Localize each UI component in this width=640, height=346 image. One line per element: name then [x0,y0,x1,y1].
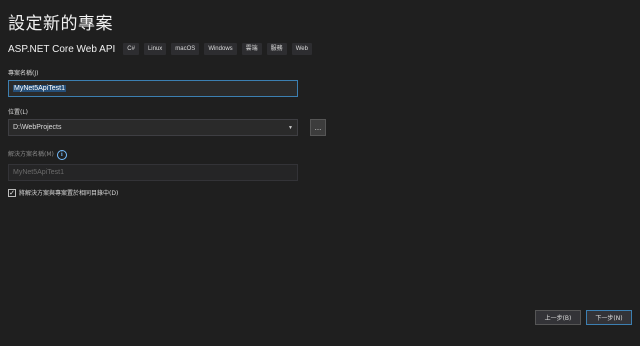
location-label: 位置(L) [8,109,29,116]
template-info: ASP.NET Core Web API C# Linux macOS Wind… [8,43,312,55]
next-button[interactable]: 下一步(N) [586,310,632,325]
template-name: ASP.NET Core Web API [8,43,116,55]
tag-csharp: C# [123,43,139,55]
same-directory-label: 將解決方案與專案置於相同目錄中(D) [19,190,119,197]
location-value: D:\WebProjects [13,124,62,131]
tag-macos: macOS [171,43,200,55]
tag-cloud: 雲端 [241,43,262,55]
tag-windows: Windows [204,43,237,55]
template-tags: C# Linux macOS Windows 雲端 服務 Web [123,43,312,55]
configure-project-dialog: 設定新的專案 ASP.NET Core Web API C# Linux mac… [0,0,640,346]
project-name-label: 專案名稱(J) [8,70,39,77]
solution-name-placeholder: MyNet5ApiTest1 [13,169,64,176]
same-directory-checkbox[interactable]: ✓ [8,188,16,197]
back-button[interactable]: 上一步(B) [535,310,581,325]
info-icon[interactable]: i [56,149,67,160]
page-title: 設定新的專案 [8,14,113,34]
chevron-down-icon[interactable]: ▼ [288,125,293,131]
solution-name-input[interactable]: MyNet5ApiTest1 [8,164,298,181]
tag-linux: Linux [143,43,167,55]
browse-button[interactable]: ... [310,119,326,136]
tag-web: Web [291,43,312,55]
project-name-value: MyNet5ApiTest1 [13,85,66,92]
solution-name-label-row: 解決方案名稱(M) i [8,149,67,160]
project-name-input[interactable]: MyNet5ApiTest1 [8,80,298,97]
same-directory-option[interactable]: ✓ 將解決方案與專案置於相同目錄中(D) [8,188,118,197]
tag-service: 服務 [266,43,287,55]
solution-name-label: 解決方案名稱(M) [8,151,54,158]
location-combobox[interactable]: D:\WebProjects ▼ [8,119,298,136]
